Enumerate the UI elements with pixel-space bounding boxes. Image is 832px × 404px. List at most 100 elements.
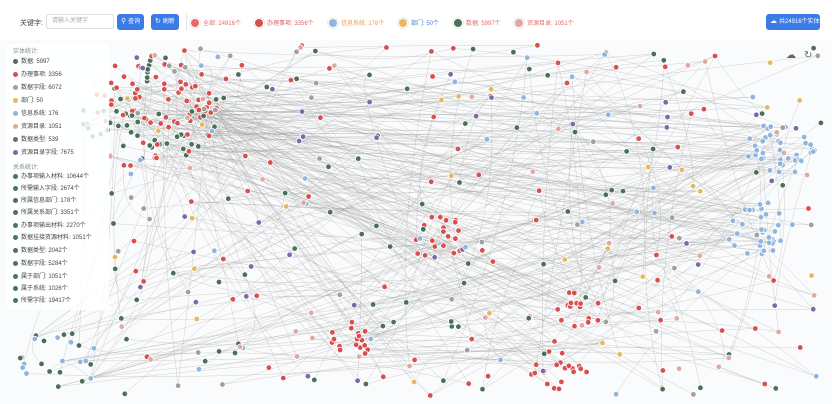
graph-node[interactable] [214,53,222,61]
graph-node[interactable] [225,195,232,202]
graph-node[interactable] [601,51,608,58]
graph-node[interactable] [760,247,767,254]
graph-node[interactable] [198,71,205,78]
graph-node[interactable] [456,179,463,186]
query-button[interactable]: ⚲ 查询 [117,14,144,30]
graph-node[interactable] [558,317,565,324]
graph-node[interactable] [219,381,226,388]
knowledge-graph[interactable] [0,40,832,404]
graph-node[interactable] [134,132,141,139]
graph-node[interactable] [791,168,799,176]
graph-node[interactable] [132,267,139,275]
graph-node[interactable] [356,353,363,360]
graph-node[interactable] [524,54,531,61]
graph-node[interactable] [559,350,566,357]
graph-node[interactable] [325,163,332,170]
graph-node[interactable] [410,378,418,386]
graph-node[interactable] [120,142,127,150]
graph-node[interactable] [810,306,817,313]
graph-node[interactable] [452,218,459,226]
graph-node[interactable] [475,171,482,179]
graph-node[interactable] [68,330,76,337]
reset-icon[interactable]: ↻ [804,50,812,61]
graph-node[interactable] [238,62,246,69]
graph-node[interactable] [133,54,140,61]
graph-node[interactable] [657,317,664,324]
graph-node[interactable] [438,96,445,104]
graph-node[interactable] [428,178,435,185]
graph-node[interactable] [785,155,792,162]
graph-node[interactable] [663,124,670,131]
graph-node[interactable] [130,237,138,245]
graph-node[interactable] [300,199,307,206]
graph-node[interactable] [226,52,234,60]
graph-node[interactable] [666,164,673,171]
graph-node[interactable] [668,214,676,221]
graph-node[interactable] [765,234,773,241]
graph-node[interactable] [734,230,741,237]
graph-node[interactable] [534,42,541,49]
refresh-button[interactable]: ↻ 刷新 [151,14,179,30]
graph-node[interactable] [114,248,122,255]
graph-node[interactable] [336,291,343,298]
graph-node[interactable] [674,143,681,151]
graph-node[interactable] [220,255,227,263]
graph-node[interactable] [444,233,452,240]
graph-node[interactable] [752,325,759,332]
graph-node[interactable] [348,319,356,326]
graph-node[interactable] [146,142,153,149]
graph-node[interactable] [31,335,38,343]
graph-node[interactable] [676,234,683,242]
graph-node[interactable] [770,277,777,284]
graph-node[interactable] [765,239,773,246]
graph-node[interactable] [229,296,237,303]
graph-node[interactable] [386,243,394,250]
graph-node[interactable] [165,96,172,103]
graph-node[interactable] [134,118,141,126]
graph-node[interactable] [235,71,242,78]
graph-node[interactable] [652,328,660,335]
graph-node[interactable] [197,45,204,52]
graph-node[interactable] [253,292,260,299]
graph-node[interactable] [188,141,195,148]
graph-node[interactable] [291,245,298,252]
graph-node[interactable] [577,365,584,372]
graph-node[interactable] [455,323,462,330]
graph-node[interactable] [87,361,94,368]
graph-node[interactable] [777,237,784,244]
graph-node[interactable] [269,86,276,93]
graph-node[interactable] [533,361,540,368]
graph-node[interactable] [293,353,301,360]
graph-node[interactable] [662,99,669,106]
graph-node[interactable] [567,299,575,307]
graph-node[interactable] [198,62,205,69]
graph-node[interactable] [726,236,733,243]
graph-node[interactable] [82,357,89,365]
graph-node[interactable] [564,208,572,215]
graph-node[interactable] [327,208,334,216]
graph-node[interactable] [215,348,223,355]
graph-node[interactable] [772,385,779,392]
graph-node[interactable] [414,250,421,257]
graph-node[interactable] [317,114,324,121]
graph-node[interactable] [170,269,177,277]
graph-node[interactable] [282,189,289,197]
graph-node[interactable] [801,133,808,141]
graph-node[interactable] [192,83,199,90]
graph-node[interactable] [312,79,320,87]
graph-node[interactable] [108,190,115,197]
graph-node[interactable] [147,119,154,126]
graph-node[interactable] [87,375,94,382]
graph-node[interactable] [113,84,120,91]
graph-node[interactable] [582,294,589,301]
graph-node[interactable] [633,208,640,216]
graph-node[interactable] [263,83,270,91]
graph-node[interactable] [137,156,144,164]
graph-node[interactable] [124,95,131,102]
graph-node[interactable] [455,227,462,234]
graph-node[interactable] [182,81,189,88]
stat-all[interactable]: 全部: 24916个 [190,18,241,29]
graph-node[interactable] [236,343,244,350]
graph-node[interactable] [420,226,427,233]
graph-node[interactable] [90,345,98,352]
